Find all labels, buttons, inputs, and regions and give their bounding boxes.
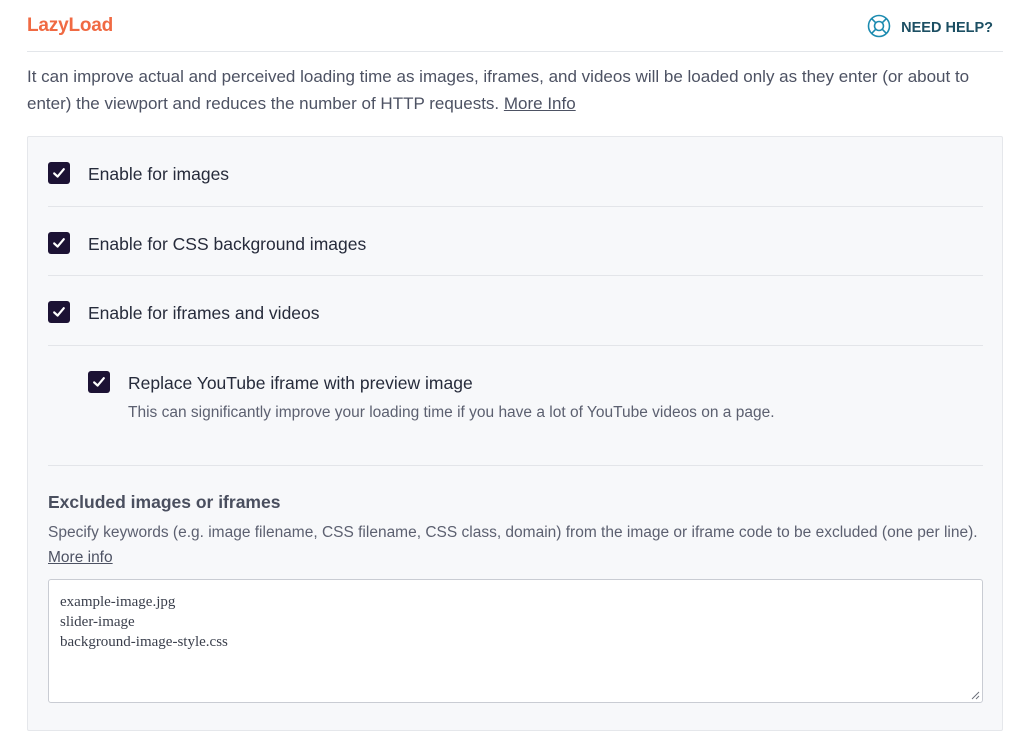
css-background-label: Enable for CSS background images <box>88 234 367 254</box>
lazyload-settings-panel: Enable for images Enable for CSS backgro… <box>27 136 1003 731</box>
youtube-preview-checkbox[interactable] <box>88 371 110 393</box>
images-label: Enable for images <box>88 164 230 184</box>
iframes-checkbox[interactable] <box>48 301 70 323</box>
need-help-link[interactable]: NEED HELP? <box>867 14 993 42</box>
iframes-label: Enable for iframes and videos <box>88 303 320 323</box>
intro-description: It can improve actual and perceived load… <box>27 63 1002 117</box>
option-row-css-background: Enable for CSS background images <box>48 207 983 276</box>
checkmark-icon <box>53 168 65 178</box>
intro-text: It can improve actual and perceived load… <box>27 67 970 113</box>
need-help-label: NEED HELP? <box>901 20 993 36</box>
checkmark-icon <box>93 377 105 387</box>
checkmark-icon <box>53 238 65 248</box>
excluded-keywords-textarea[interactable] <box>48 579 983 703</box>
more-info-link[interactable]: More Info <box>504 94 576 113</box>
resize-grip-icon[interactable] <box>970 690 980 700</box>
css-background-checkbox[interactable] <box>48 232 70 254</box>
excluded-description-text: Specify keywords (e.g. image filename, C… <box>48 524 978 541</box>
checkmark-icon <box>53 307 65 317</box>
youtube-preview-label: Replace YouTube iframe with preview imag… <box>128 373 473 393</box>
lifebuoy-icon <box>867 14 901 42</box>
youtube-preview-description: This can significantly improve your load… <box>128 404 775 421</box>
section-header: LazyLoad NEED HELP? <box>27 0 1003 52</box>
excluded-title: Excluded images or iframes <box>48 492 281 512</box>
option-row-iframes: Enable for iframes and videos <box>48 276 983 346</box>
option-row-images: Enable for images <box>48 137 983 207</box>
excluded-description: Specify keywords (e.g. image filename, C… <box>48 520 983 570</box>
excluded-more-info-link[interactable]: More info <box>48 549 113 566</box>
section-title: LazyLoad <box>27 15 114 36</box>
images-checkbox[interactable] <box>48 162 70 184</box>
option-row-youtube: Replace YouTube iframe with preview imag… <box>48 346 983 466</box>
